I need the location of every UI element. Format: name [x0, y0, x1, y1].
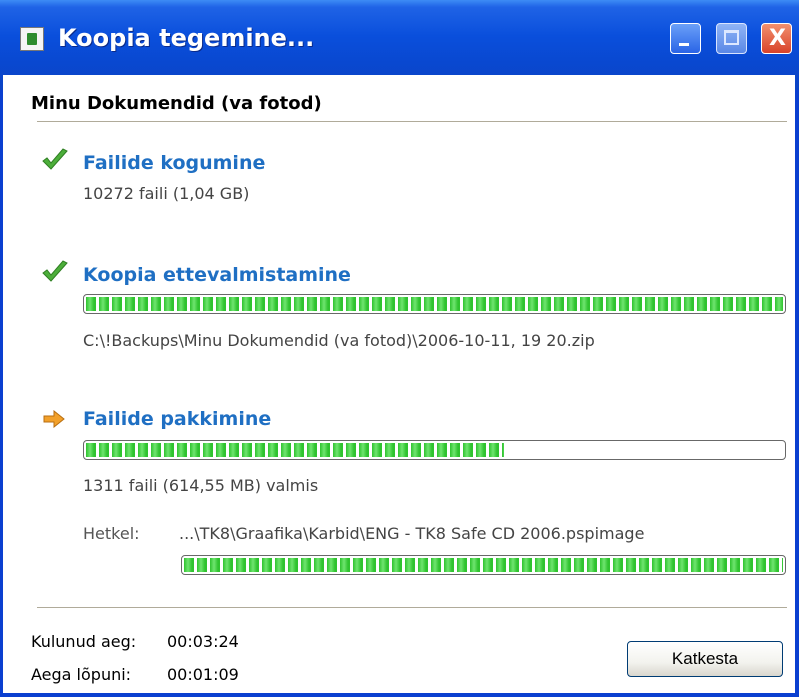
dialog-content: Minu Dokumendid (va fotod) Failide kogum… — [3, 75, 795, 693]
step-prepare-progress — [83, 294, 786, 314]
step-collect-detail: 10272 faili (1,04 GB) — [83, 184, 250, 203]
arrow-right-icon — [43, 410, 65, 428]
app-icon — [20, 27, 44, 51]
progress-fill — [86, 443, 504, 457]
divider — [37, 121, 787, 123]
remaining-value: 00:01:09 — [167, 665, 239, 684]
window-title: Koopia tegemine... — [58, 24, 315, 52]
maximize-button[interactable] — [716, 23, 747, 54]
current-file-progress — [181, 555, 786, 575]
close-icon: X — [769, 26, 786, 51]
progress-fill — [86, 297, 783, 311]
step-collect-title: Failide kogumine — [83, 152, 266, 174]
minimize-button[interactable] — [670, 23, 701, 54]
remaining-label: Aega lõpuni: — [31, 665, 132, 684]
step-compress-title: Failide pakkimine — [83, 408, 272, 430]
check-icon — [42, 260, 68, 282]
current-file-label: Hetkel: — [83, 524, 140, 543]
step-prepare-path: C:\!Backups\Minu Dokumendid (va fotod)\2… — [83, 331, 595, 350]
divider — [37, 607, 787, 609]
current-file-path: ...\TK8\Graafika\Karbid\ENG - TK8 Safe C… — [179, 524, 645, 543]
step-compress-progress — [83, 440, 786, 460]
step-prepare-title: Koopia ettevalmistamine — [83, 264, 351, 286]
backup-window: Koopia tegemine... X Minu Dokumendid (va… — [0, 0, 799, 697]
progress-fill — [184, 558, 783, 572]
close-button[interactable]: X — [761, 23, 792, 54]
cancel-button[interactable]: Katkesta — [627, 641, 783, 677]
step-compress-detail: 1311 faili (614,55 MB) valmis — [83, 476, 319, 495]
check-icon — [42, 148, 68, 170]
job-name: Minu Dokumendid (va fotod) — [31, 93, 322, 114]
elapsed-value: 00:03:24 — [167, 632, 239, 651]
elapsed-label: Kulunud aeg: — [31, 632, 137, 651]
